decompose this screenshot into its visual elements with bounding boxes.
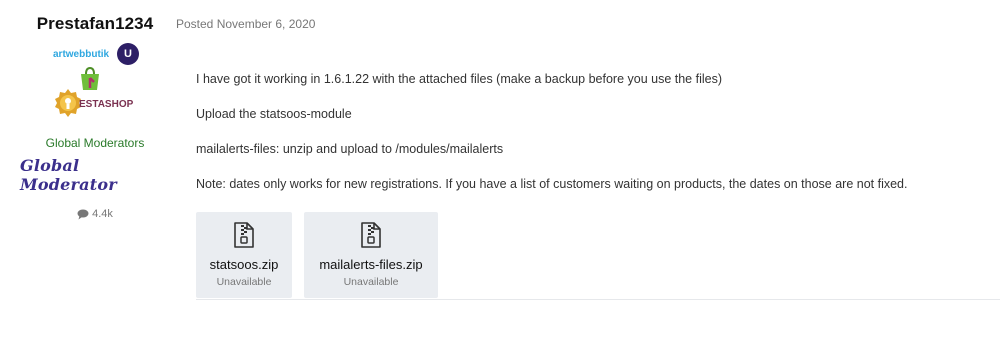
post-paragraph: I have got it working in 1.6.1.22 with t…: [196, 72, 722, 86]
post-paragraph: Upload the statsoos-module: [196, 107, 352, 121]
avatar-shop-text: ESTASHOP: [79, 99, 134, 110]
post-paragraph: mailalerts-files: unzip and upload to /m…: [196, 142, 504, 156]
post-content: I have got it working in 1.6.1.22 with t…: [196, 72, 976, 298]
post-count: 4.4k: [77, 208, 113, 220]
author-group: Global Moderators: [45, 136, 145, 150]
post-date[interactable]: Posted November 6, 2020: [176, 17, 315, 31]
comment-icon: [77, 209, 89, 219]
attachments-list: statsoos.zip Unavailable mailalerts-file…: [196, 212, 976, 298]
author-rank: Global Moderator: [20, 156, 117, 194]
attachment-status: Unavailable: [216, 276, 272, 288]
attachment-statsoos[interactable]: statsoos.zip Unavailable: [196, 212, 292, 298]
post-divider: [196, 299, 1000, 300]
attachment-mailalerts[interactable]: mailalerts-files.zip Unavailable: [304, 212, 438, 298]
author-name[interactable]: Prestafan1234: [37, 14, 154, 34]
post-paragraph: Note: dates only works for new registrat…: [196, 177, 908, 191]
attachment-name: statsoos.zip: [209, 257, 279, 272]
attachment-name: mailalerts-files.zip: [319, 257, 423, 272]
zip-file-icon: [234, 222, 254, 248]
author-panel: Prestafan1234 artwebbutik U ESTASHOP Glo…: [20, 14, 170, 220]
avatar[interactable]: artwebbutik U ESTASHOP: [53, 43, 139, 130]
post-count-value: 4.4k: [92, 208, 113, 220]
zip-file-icon: [361, 222, 381, 248]
user-badge-icon: U: [117, 43, 139, 65]
attachment-status: Unavailable: [343, 276, 399, 288]
